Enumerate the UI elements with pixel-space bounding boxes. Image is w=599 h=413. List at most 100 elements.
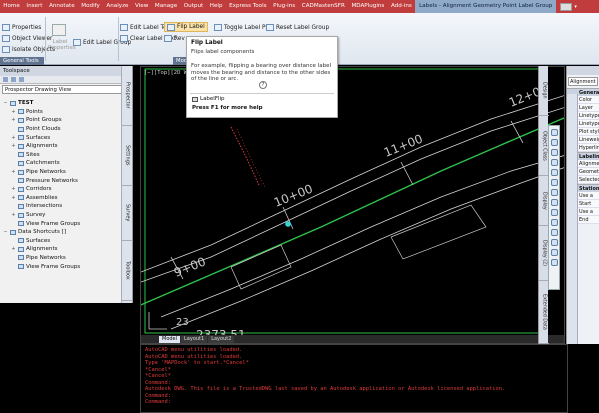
nav-tool-icon[interactable] bbox=[550, 249, 558, 256]
tree-item[interactable]: − TEST bbox=[0, 99, 120, 108]
tab-express-tools[interactable]: Express Tools bbox=[226, 0, 270, 13]
tree-item-label: Pressure Networks bbox=[26, 177, 78, 184]
tab-add-ins[interactable]: Add-ins bbox=[388, 0, 415, 13]
layout-tab-bar: Model Layout1 Layout2 bbox=[141, 335, 564, 343]
tab-settings[interactable]: Settings bbox=[122, 126, 133, 186]
tab-survey[interactable]: Survey bbox=[122, 186, 133, 241]
tab-prospector[interactable]: Prospector bbox=[122, 66, 133, 126]
expand-toggle-icon[interactable]: + bbox=[11, 143, 16, 149]
tab-manage[interactable]: Manage bbox=[152, 0, 181, 13]
flip-label-button[interactable]: Flip Label bbox=[164, 22, 208, 32]
tree-item[interactable]: Intersections bbox=[0, 202, 120, 211]
tab-extended-data[interactable]: Extended Data bbox=[539, 281, 549, 344]
tree-item[interactable]: View Frame Groups bbox=[0, 262, 120, 271]
tree-item[interactable]: + Alignments bbox=[0, 245, 120, 254]
tab-annotate[interactable]: Annotate bbox=[46, 0, 78, 13]
zoom-extents-icon[interactable] bbox=[550, 179, 558, 186]
expand-toggle-icon[interactable]: + bbox=[11, 195, 16, 201]
orbit-icon[interactable] bbox=[550, 159, 558, 166]
zoom-previous-icon[interactable] bbox=[550, 199, 558, 206]
tab-toolbox[interactable]: Toolbox bbox=[122, 241, 133, 301]
nav-tool-icon[interactable] bbox=[550, 209, 558, 216]
expand-toggle-icon[interactable]: + bbox=[11, 135, 16, 141]
expand-toggle-icon[interactable]: + bbox=[11, 212, 16, 218]
tab-modify[interactable]: Modify bbox=[78, 0, 103, 13]
dropdown-arrow-icon[interactable]: ▾ bbox=[574, 4, 577, 10]
workspace-switch-icon[interactable] bbox=[560, 2, 573, 11]
tree-item[interactable]: Surfaces bbox=[0, 237, 120, 246]
reverse-label-button[interactable]: Rev bbox=[164, 35, 185, 42]
tree-item[interactable]: Sites bbox=[0, 151, 120, 160]
tree-item[interactable]: Catchments bbox=[0, 159, 120, 168]
tree-item[interactable]: View Frame Groups bbox=[0, 219, 120, 228]
label-properties-icon bbox=[52, 24, 66, 36]
expand-toggle-icon[interactable]: − bbox=[3, 229, 8, 235]
object-viewer-icon bbox=[2, 35, 10, 42]
toolspace-toolbar bbox=[0, 76, 132, 84]
command-line-history[interactable]: AutoCAD menu utilities loaded. AutoCAD me… bbox=[140, 344, 568, 413]
tab-cadmastensfr[interactable]: CADMastenSFR bbox=[299, 0, 349, 13]
ribbon-tab-bar: Home Insert Annotate Modify Analyze View… bbox=[0, 0, 599, 13]
tab-insert[interactable]: Insert bbox=[23, 0, 46, 13]
view-select[interactable]: Prospector Drawing View ▾ bbox=[2, 85, 130, 94]
tab-output[interactable]: Output bbox=[180, 0, 206, 13]
properties-button[interactable]: Properties bbox=[2, 24, 41, 31]
tree-item[interactable]: Pipe Networks bbox=[0, 254, 120, 263]
steering-wheel-icon[interactable] bbox=[550, 129, 558, 136]
alignment-centerline[interactable] bbox=[141, 115, 565, 307]
toggle-label-pin-button[interactable]: Toggle Label Pin bbox=[214, 24, 271, 31]
tree-item[interactable]: + Point Groups bbox=[0, 116, 120, 125]
tab-labels-context[interactable]: Labels - Alignment Geometry Point Label … bbox=[415, 0, 557, 13]
zoom-window-icon[interactable] bbox=[550, 189, 558, 196]
tab-model[interactable]: Model bbox=[159, 335, 181, 343]
general-tools-panel-title[interactable]: General Tools bbox=[0, 57, 44, 65]
tree-item[interactable]: Point Clouds bbox=[0, 125, 120, 134]
tree-item[interactable]: + Assemblies bbox=[0, 194, 120, 203]
label-properties-button[interactable]: Label Properties bbox=[48, 39, 76, 51]
zoom-icon[interactable] bbox=[550, 149, 558, 156]
tree-item[interactable]: Pressure Networks bbox=[0, 176, 120, 185]
tab-design[interactable]: Design bbox=[539, 66, 549, 116]
tab-help[interactable]: Help bbox=[206, 0, 225, 13]
tab-mdaplugins[interactable]: MDAPlugins bbox=[348, 0, 388, 13]
tree-item[interactable]: + Pipe Networks bbox=[0, 168, 120, 177]
tree-item[interactable]: + Points bbox=[0, 108, 120, 117]
help-icon[interactable]: ? bbox=[259, 81, 267, 89]
tree-item[interactable]: + Survey bbox=[0, 211, 120, 220]
tooltip-help-text: Press F1 for more help bbox=[192, 105, 263, 111]
nav-tool-icon[interactable] bbox=[550, 239, 558, 246]
pan-icon[interactable] bbox=[550, 139, 558, 146]
tree-node-icon bbox=[18, 109, 24, 115]
tab-analyze[interactable]: Analyze bbox=[103, 0, 132, 13]
expand-toggle-icon[interactable]: + bbox=[11, 109, 16, 115]
command-icon bbox=[192, 96, 198, 102]
tab-plug-ins[interactable]: Plug-ins bbox=[270, 0, 299, 13]
tab-layout1[interactable]: Layout1 bbox=[181, 335, 208, 343]
tab-home[interactable]: Home bbox=[0, 0, 23, 13]
tree-item[interactable]: + Corridors bbox=[0, 185, 120, 194]
toolbar-icon[interactable] bbox=[3, 77, 8, 82]
tree-item[interactable]: − Data Shortcuts [] bbox=[0, 228, 120, 237]
expand-toggle-icon[interactable]: + bbox=[11, 117, 16, 123]
tab-layout2[interactable]: Layout2 bbox=[208, 335, 235, 343]
expand-toggle-icon[interactable]: − bbox=[3, 100, 8, 106]
geometry-point-grip[interactable] bbox=[285, 221, 291, 227]
tree-item[interactable]: + Surfaces bbox=[0, 133, 120, 142]
showmotion-icon[interactable] bbox=[550, 169, 558, 176]
tree-item-label: View Frame Groups bbox=[26, 263, 81, 270]
tab-view[interactable]: View bbox=[132, 0, 152, 13]
toolbar-icon[interactable] bbox=[19, 77, 24, 82]
nav-tool-icon[interactable] bbox=[550, 259, 558, 266]
nav-tool-icon[interactable] bbox=[550, 219, 558, 226]
selection-select[interactable]: Alignment Geometry bbox=[568, 77, 598, 86]
tree-item[interactable]: + Alignments bbox=[0, 142, 120, 151]
edge-line bbox=[141, 107, 564, 283]
toolspace-title[interactable]: Toolspace bbox=[0, 66, 132, 76]
toolbar-icon[interactable] bbox=[11, 77, 16, 82]
expand-toggle-icon[interactable]: + bbox=[11, 246, 16, 252]
expand-toggle-icon[interactable]: + bbox=[11, 186, 16, 192]
nav-tool-icon[interactable] bbox=[550, 229, 558, 236]
expand-toggle-icon[interactable]: + bbox=[11, 169, 16, 175]
reset-label-group-button[interactable]: Reset Label Group bbox=[266, 24, 329, 31]
tooltip-command: LabelFlip bbox=[192, 96, 225, 102]
